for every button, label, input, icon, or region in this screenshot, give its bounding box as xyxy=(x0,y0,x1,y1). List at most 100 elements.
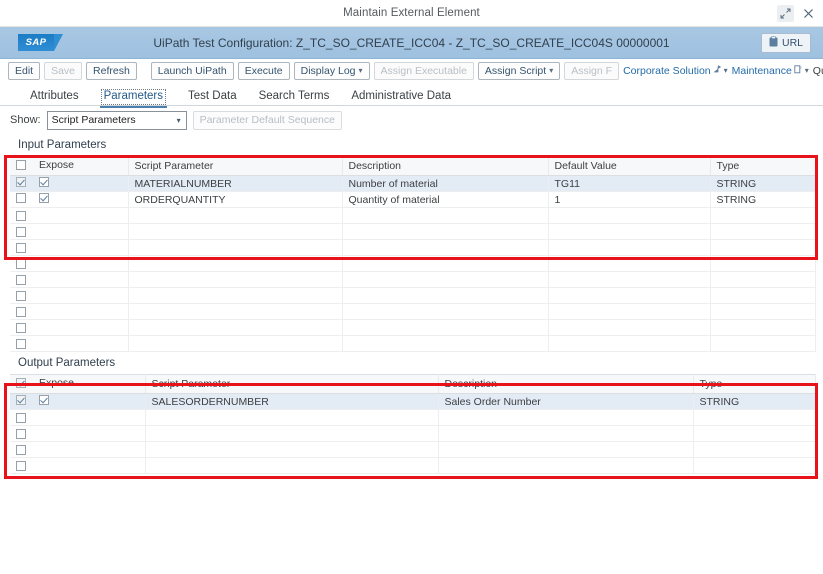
output-header-expose: Expose xyxy=(10,374,146,394)
expose-checkbox[interactable] xyxy=(39,193,49,203)
assign-f-button: Assign F xyxy=(564,62,620,80)
input-row-expose-cell xyxy=(10,175,129,192)
close-icon[interactable] xyxy=(800,5,817,22)
row-select-checkbox[interactable] xyxy=(16,258,26,269)
chevron-down-icon: ▾ xyxy=(176,115,181,125)
expose-checkbox[interactable] xyxy=(39,177,49,187)
table-row-empty[interactable] xyxy=(10,335,816,352)
edit-button[interactable]: Edit xyxy=(8,62,41,80)
window-title-bar: Maintain External Element xyxy=(0,0,823,27)
row-select-checkbox[interactable] xyxy=(16,306,26,317)
input-parameters-title: Input Parameters xyxy=(18,139,107,151)
row-select-checkbox[interactable] xyxy=(16,210,26,221)
display-log-button[interactable]: Display Log ▾ xyxy=(293,62,370,80)
row-select-checkbox[interactable] xyxy=(16,274,26,285)
resize-expand-icon[interactable] xyxy=(777,5,794,22)
corporate-solution-link[interactable]: Corporate Solution ▾ xyxy=(623,65,728,77)
input-table-body: MATERIALNUMBER Number of material TG11 S… xyxy=(10,175,816,352)
select-all-checkbox[interactable] xyxy=(16,160,26,170)
input-type: STRING xyxy=(710,175,816,192)
table-row-empty[interactable] xyxy=(10,223,816,240)
tab-search-terms[interactable]: Search Terms xyxy=(259,90,330,105)
table-row-empty[interactable] xyxy=(10,319,816,336)
output-script-parameter: SALESORDERNUMBER xyxy=(145,393,439,410)
url-button[interactable]: URL xyxy=(760,32,811,53)
row-select-checkbox[interactable] xyxy=(16,338,26,349)
table-row[interactable]: ORDERQUANTITY Quantity of material 1 STR… xyxy=(10,191,816,208)
chevron-down-icon: ▾ xyxy=(723,66,728,75)
assign-script-button[interactable]: Assign Script ▾ xyxy=(477,62,561,80)
table-row[interactable]: SALESORDERNUMBER Sales Order Number STRI… xyxy=(10,393,816,410)
output-description: Sales Order Number xyxy=(438,393,694,410)
app-window: Maintain External Element SAP UiPath Tes… xyxy=(0,0,823,574)
tab-strip: Attributes Parameters Test Data Search T… xyxy=(0,83,823,108)
svg-text:2: 2 xyxy=(799,65,802,70)
table-row-empty[interactable] xyxy=(10,441,816,458)
refresh-button[interactable]: Refresh xyxy=(86,62,137,80)
sap-logo-text: SAP xyxy=(25,37,47,48)
row-select-checkbox[interactable] xyxy=(16,242,26,253)
tab-parameters[interactable]: Parameters xyxy=(99,89,168,108)
maintenance-link[interactable]: Maintenance 2 ▾ xyxy=(732,65,809,77)
input-column-description: Description xyxy=(342,156,549,176)
execute-button[interactable]: Execute xyxy=(237,62,290,80)
row-select-checkbox[interactable] xyxy=(16,395,26,405)
tab-test-data[interactable]: Test Data xyxy=(188,90,237,105)
row-select-checkbox[interactable] xyxy=(16,444,26,455)
url-button-label: URL xyxy=(781,36,803,49)
row-select-checkbox[interactable] xyxy=(16,226,26,237)
input-script-parameter: ORDERQUANTITY xyxy=(128,191,343,208)
input-row-expose-cell xyxy=(10,191,129,208)
input-column-script-parameter: Script Parameter xyxy=(128,156,343,176)
show-select[interactable]: Script Parameters ▾ xyxy=(46,110,187,130)
configuration-title: UiPath Test Configuration: Z_TC_SO_CREAT… xyxy=(153,35,670,50)
sap-logo: SAP xyxy=(18,34,63,51)
row-select-checkbox[interactable] xyxy=(16,322,26,333)
display-log-label: Display Log xyxy=(300,65,356,77)
table-row-empty[interactable] xyxy=(10,239,816,256)
table-row-empty[interactable] xyxy=(10,425,816,442)
table-row-empty[interactable] xyxy=(10,457,816,474)
input-script-parameter: MATERIALNUMBER xyxy=(128,175,343,192)
maintenance-label: Maintenance xyxy=(731,65,792,77)
input-column-type: Type xyxy=(710,156,816,176)
system-status-label: Quality Assurance System xyxy=(812,65,823,77)
row-select-checkbox[interactable] xyxy=(16,193,26,203)
output-row-expose-cell xyxy=(10,393,146,410)
row-select-checkbox[interactable] xyxy=(16,177,26,187)
table-row-empty[interactable] xyxy=(10,303,816,320)
input-description: Quantity of material xyxy=(342,191,549,208)
table-header-row: Expose Script Parameter Description Type xyxy=(10,374,816,394)
input-column-expose: Expose xyxy=(39,159,75,171)
table-row[interactable]: MATERIALNUMBER Number of material TG11 S… xyxy=(10,175,816,192)
window-title: Maintain External Element xyxy=(343,7,480,19)
input-description: Number of material xyxy=(342,175,549,192)
output-column-description: Description xyxy=(438,374,694,394)
expose-checkbox[interactable] xyxy=(39,395,49,405)
table-row-empty[interactable] xyxy=(10,271,816,288)
launch-uipath-button[interactable]: Launch UiPath xyxy=(150,62,234,80)
chevron-down-icon: ▾ xyxy=(358,66,363,75)
table-row-empty[interactable] xyxy=(10,255,816,272)
output-type: STRING xyxy=(693,393,816,410)
input-parameters-table: Expose Script Parameter Description Defa… xyxy=(10,156,816,352)
output-table-body: SALESORDERNUMBER Sales Order Number STRI… xyxy=(10,393,816,474)
output-parameters-title: Output Parameters xyxy=(18,357,116,369)
parameter-default-sequence-button: Parameter Default Sequence xyxy=(192,110,342,130)
tab-attributes[interactable]: Attributes xyxy=(30,90,79,105)
row-select-checkbox[interactable] xyxy=(16,460,26,471)
table-row-empty[interactable] xyxy=(10,207,816,224)
assign-executable-button: Assign Executable xyxy=(373,62,474,80)
tab-administrative-data[interactable]: Administrative Data xyxy=(351,90,451,105)
input-type: STRING xyxy=(710,191,816,208)
table-row-empty[interactable] xyxy=(10,409,816,426)
window-actions xyxy=(777,0,817,27)
row-select-checkbox[interactable] xyxy=(16,428,26,439)
select-all-checkbox[interactable] xyxy=(16,378,26,388)
show-select-value: Script Parameters xyxy=(51,114,136,126)
row-select-checkbox[interactable] xyxy=(16,290,26,301)
table-row-empty[interactable] xyxy=(10,287,816,304)
chevron-down-icon: ▾ xyxy=(804,66,809,75)
row-select-checkbox[interactable] xyxy=(16,412,26,423)
sap-shell-bar: SAP UiPath Test Configuration: Z_TC_SO_C… xyxy=(0,27,823,59)
